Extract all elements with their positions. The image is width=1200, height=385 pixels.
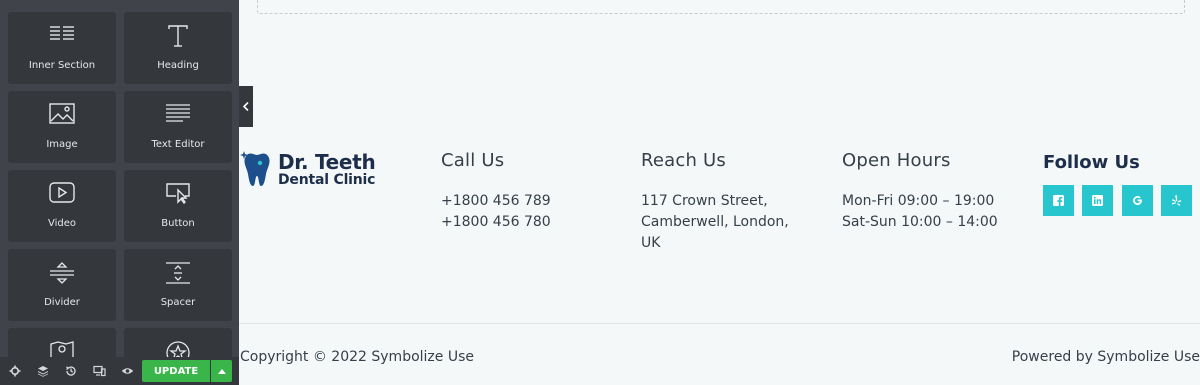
widget-label: Spacer: [160, 297, 196, 308]
linkedin-button[interactable]: [1082, 185, 1113, 216]
linkedin-icon: [1092, 195, 1103, 206]
site-logo[interactable]: Dr. Teeth Dental Clinic: [240, 150, 390, 190]
address-line: 117 Crown Street,: [641, 193, 768, 209]
preview-eye-icon[interactable]: [120, 364, 134, 378]
caret-up-icon: [217, 368, 226, 374]
copyright-text: Copyright © 2022 Symbolize Use: [240, 349, 474, 365]
phone-number[interactable]: +1800 456 780: [441, 212, 551, 233]
widget-button[interactable]: Button: [124, 170, 232, 242]
widget-label: Video: [47, 218, 77, 229]
button-icon: [124, 182, 232, 206]
footer-divider: [239, 323, 1200, 324]
widget-label: Heading: [157, 60, 199, 71]
settings-icon[interactable]: [8, 364, 22, 378]
facebook-button[interactable]: [1043, 185, 1074, 216]
widget-divider[interactable]: Divider: [8, 249, 116, 321]
heading-icon: [124, 24, 232, 48]
widget-heading[interactable]: Heading: [124, 12, 232, 84]
navigator-layers-icon[interactable]: [36, 364, 50, 378]
tooth-logo-icon: [240, 151, 270, 186]
reach-us-heading: Reach Us: [641, 150, 726, 171]
elementor-panel: Inner Section Heading Image Text Editor: [0, 0, 239, 385]
widget-text-editor[interactable]: Text Editor: [124, 91, 232, 163]
widget-video[interactable]: Video: [8, 170, 116, 242]
logo-title: Dr. Teeth: [278, 150, 376, 174]
spacer-icon: [124, 261, 232, 285]
widget-label: Button: [161, 218, 195, 229]
update-button[interactable]: UPDATE: [142, 360, 210, 382]
video-icon: [8, 182, 116, 206]
open-hours-heading: Open Hours: [842, 150, 951, 171]
divider-icon: [8, 261, 116, 285]
hours-line: Mon-Fri 09:00 – 19:00: [842, 193, 995, 209]
inner-section-icon: [8, 24, 116, 48]
open-hours-column: Open Hours Mon-Fri 09:00 – 19:00 Sat-Sun…: [842, 150, 998, 233]
panel-footer: UPDATE: [0, 357, 239, 385]
yelp-button[interactable]: [1161, 185, 1192, 216]
widget-inner-section[interactable]: Inner Section: [8, 12, 116, 84]
text-editor-icon: [124, 103, 232, 127]
address-line: UK: [641, 235, 661, 251]
widget-label: Divider: [44, 297, 80, 308]
responsive-mode-icon[interactable]: [92, 364, 106, 378]
widget-image[interactable]: Image: [8, 91, 116, 163]
logo-subtitle: Dental Clinic: [278, 172, 376, 188]
chevron-left-icon: [243, 102, 249, 111]
google-icon: [1133, 196, 1142, 205]
yelp-icon: [1172, 194, 1182, 206]
update-options-button[interactable]: [211, 360, 232, 382]
powered-by-text: Powered by Symbolize Use: [1011, 349, 1200, 365]
panel-collapse-toggle[interactable]: [239, 86, 253, 127]
hours-line: Sat-Sun 10:00 – 14:00: [842, 214, 998, 230]
reach-us-column: Reach Us 117 Crown Street, Camberwell, L…: [641, 150, 789, 254]
widget-spacer[interactable]: Spacer: [124, 249, 232, 321]
google-button[interactable]: [1122, 185, 1153, 216]
phone-number[interactable]: +1800 456 789: [441, 191, 551, 212]
widget-label: Inner Section: [28, 60, 96, 71]
history-icon[interactable]: [64, 364, 78, 378]
address-line: Camberwell, London,: [641, 214, 789, 230]
empty-section-dropzone[interactable]: [257, 0, 1185, 14]
call-us-column: Call Us +1800 456 789 +1800 456 780: [441, 150, 551, 233]
image-icon: [8, 103, 116, 127]
follow-us-heading: Follow Us: [1043, 152, 1140, 173]
widget-label: Image: [46, 139, 78, 150]
facebook-icon: [1053, 195, 1064, 206]
call-us-heading: Call Us: [441, 150, 505, 171]
widget-label: Text Editor: [151, 139, 205, 150]
